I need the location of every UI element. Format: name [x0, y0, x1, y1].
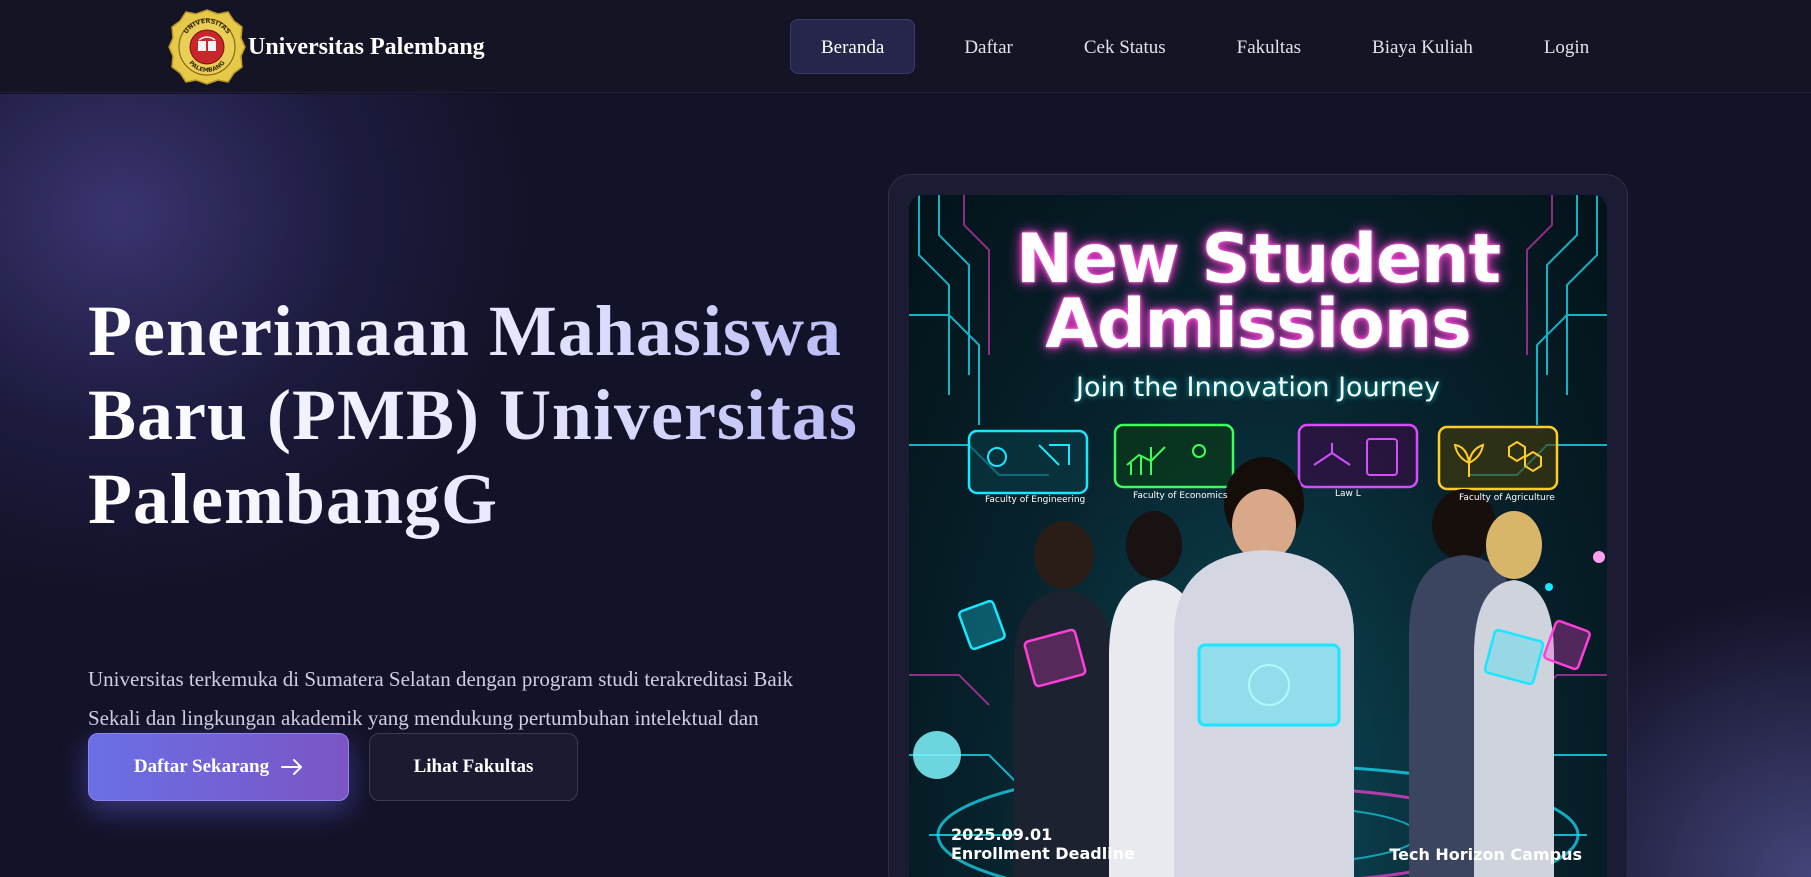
hero-title-line-2: Baru (PMB) Universitas	[88, 375, 858, 455]
nav-item-fakultas[interactable]: Fakultas	[1206, 19, 1332, 74]
nav-item-daftar[interactable]: Daftar	[933, 19, 1044, 74]
brand[interactable]: UNIVERSITAS PALEMBANG Universitas Palemb…	[168, 8, 485, 86]
nav-item-biaya-kuliah[interactable]: Biaya Kuliah	[1341, 19, 1504, 74]
register-now-label: Daftar Sekarang	[133, 756, 270, 777]
poster-title-line-2: Admissions	[1045, 285, 1471, 364]
poster-subtitle: Join the Innovation Journey	[1075, 372, 1441, 403]
poster-faculty-label: Faculty of Economics	[1133, 491, 1228, 501]
university-seal-icon: UNIVERSITAS PALEMBANG	[168, 9, 246, 85]
view-faculties-label: Lihat Fakultas	[413, 756, 534, 777]
poster-faculty-label: Faculty of Engineering	[985, 495, 1086, 505]
view-faculties-button[interactable]: Lihat Fakultas	[369, 733, 578, 801]
hero-title-line-1: Penerimaan Mahasiswa	[88, 291, 842, 371]
nav-item-cek-status[interactable]: Cek Status	[1053, 19, 1197, 74]
nav-item-beranda[interactable]: Beranda	[790, 19, 916, 74]
admissions-poster: New Student Admissions Join the Innovati…	[909, 195, 1607, 877]
poster-deadline-label: Enrollment Deadline	[951, 844, 1135, 863]
arrow-right-icon	[281, 759, 303, 775]
hero-title-line-3: PalembangG	[88, 459, 499, 539]
poster-date: 2025.09.01	[951, 825, 1053, 844]
main-nav: Beranda Daftar Cek Status Fakultas Biaya…	[790, 19, 1620, 74]
hero-title: Penerimaan Mahasiswa Baru (PMB) Universi…	[88, 289, 868, 541]
brand-name[interactable]: Universitas Palembang	[248, 34, 485, 61]
nav-item-login[interactable]: Login	[1513, 19, 1620, 74]
poster-faculty-label: Faculty of Agriculture	[1459, 493, 1555, 503]
top-navbar: UNIVERSITAS PALEMBANG Universitas Palemb…	[0, 0, 1811, 93]
poster-deadline: 2025.09.01 Enrollment Deadline	[951, 825, 1135, 863]
poster-faculty-label: Law L	[1335, 489, 1361, 499]
register-now-button[interactable]: Daftar Sekarang	[88, 733, 349, 801]
poster-campus: Tech Horizon Campus	[1389, 845, 1582, 864]
